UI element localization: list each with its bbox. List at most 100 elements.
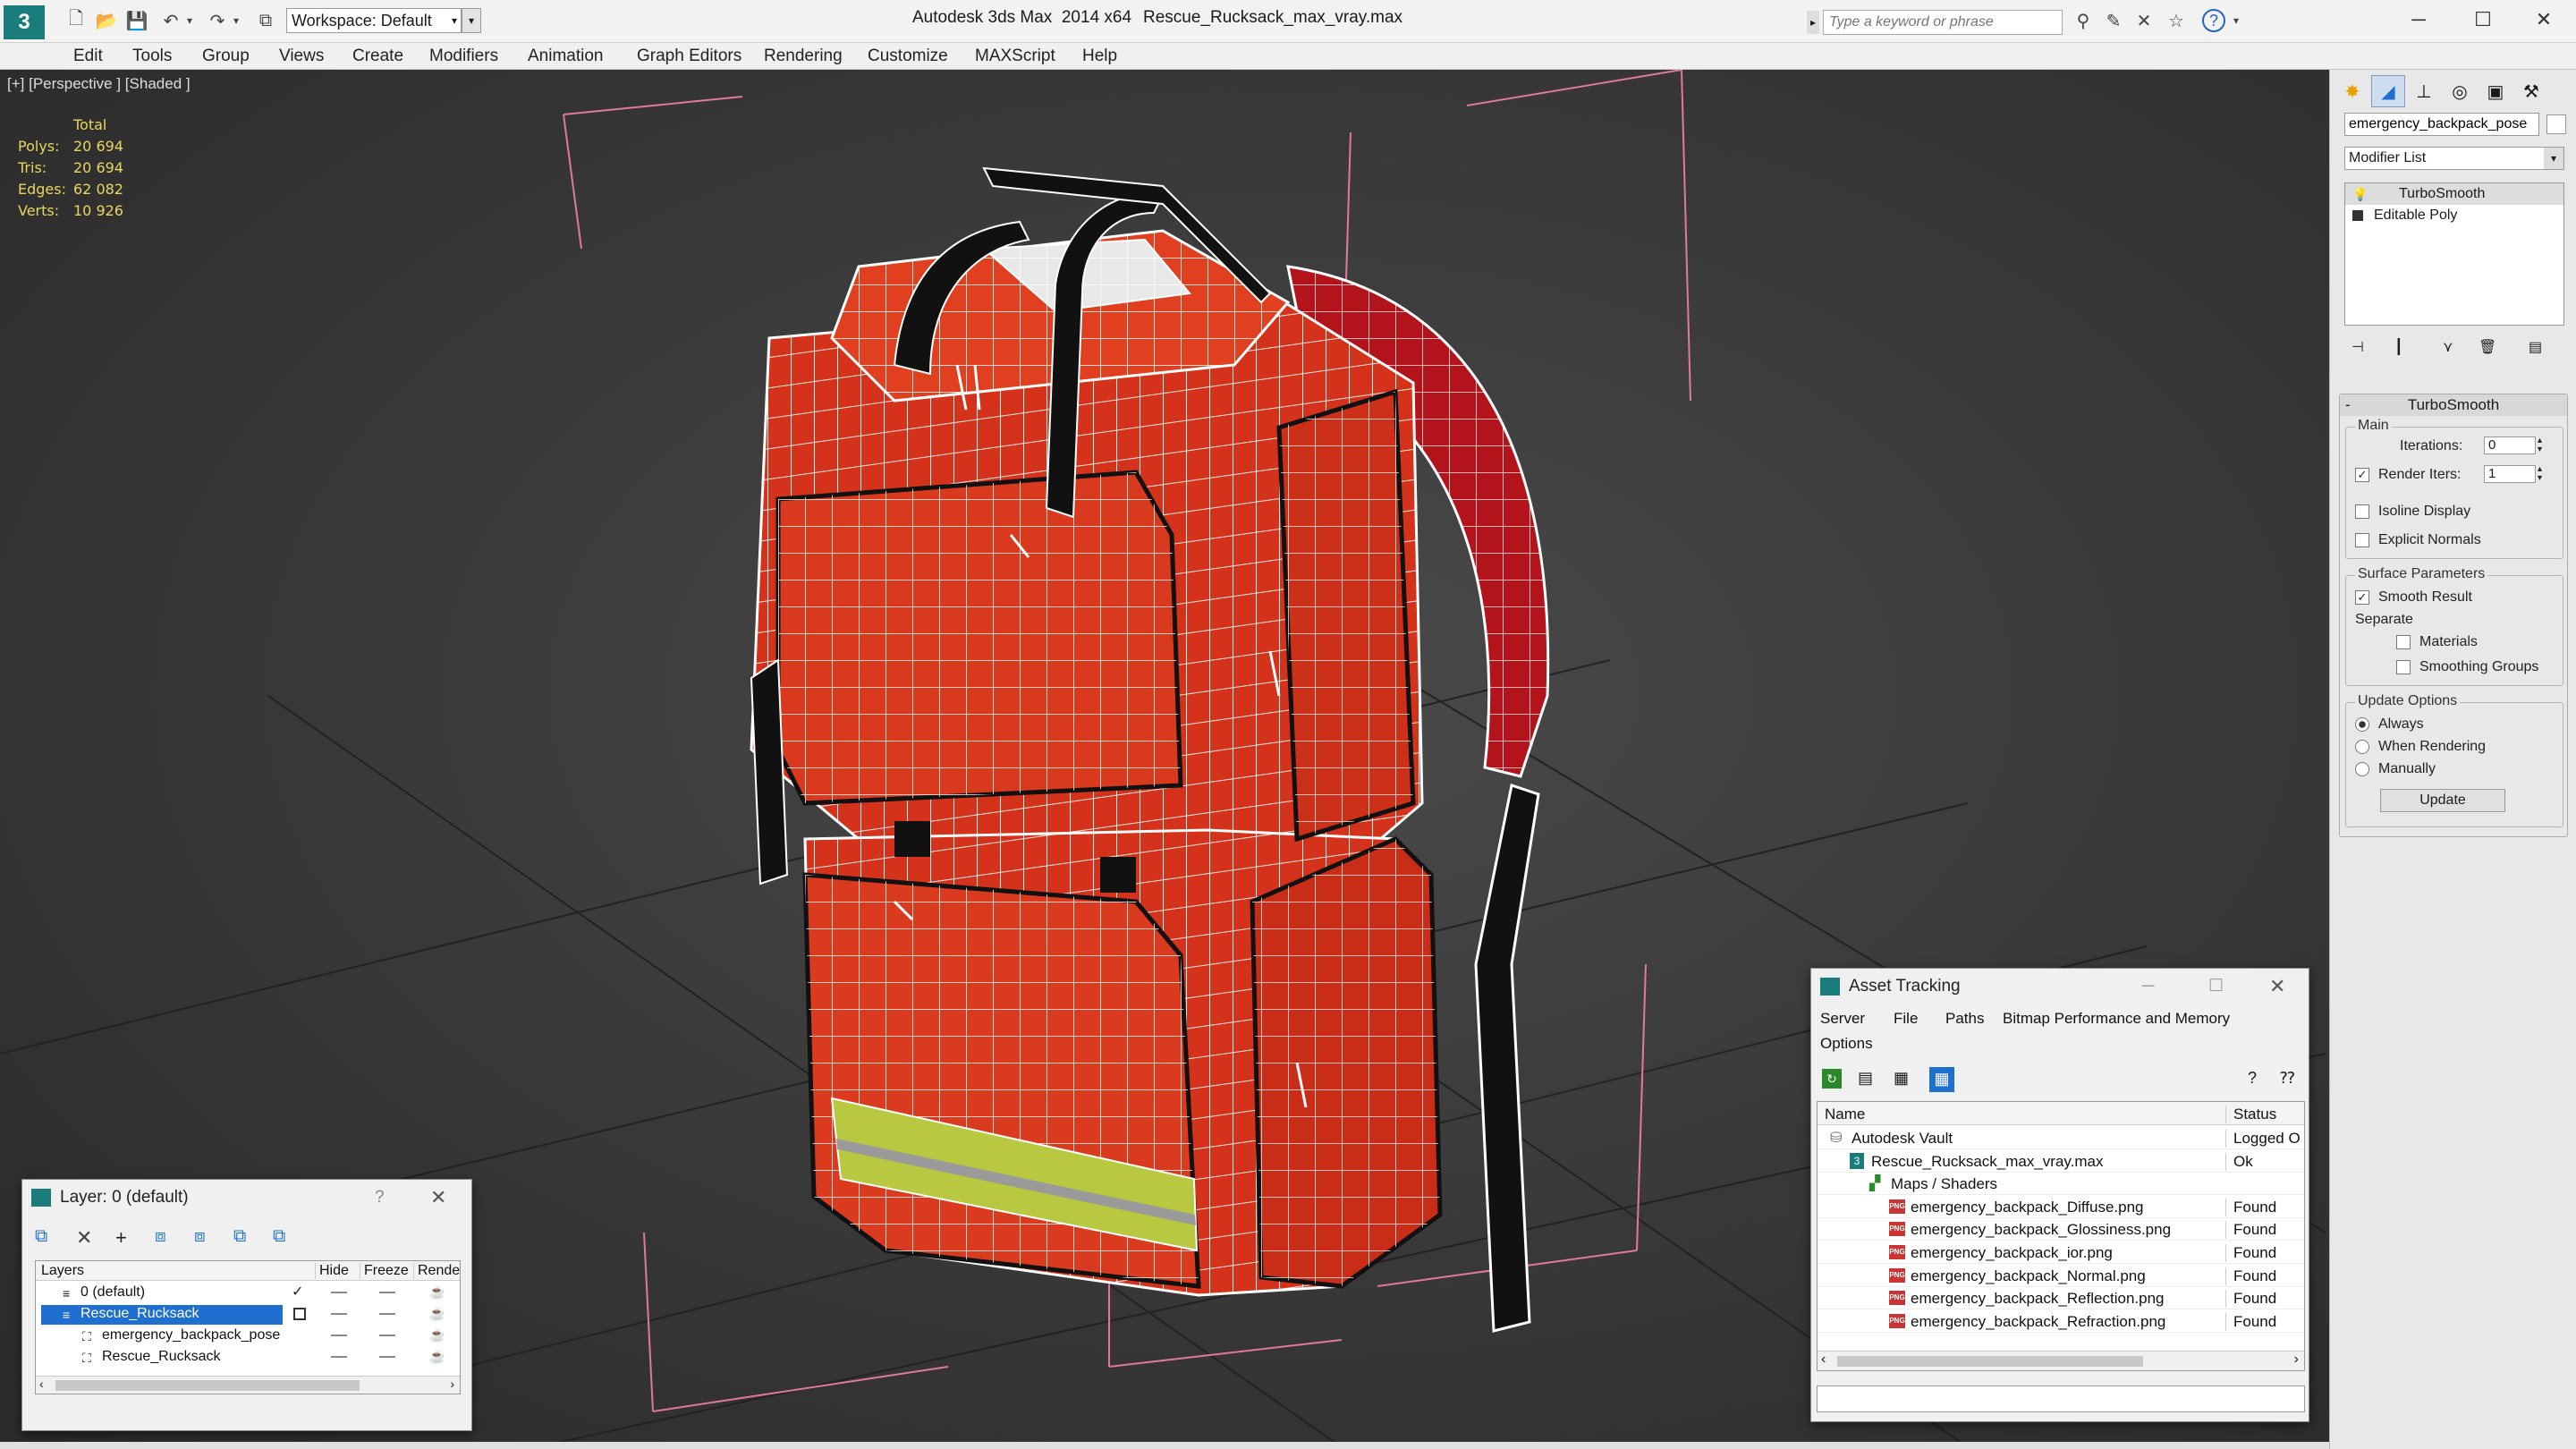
communication-icon[interactable]: ✕: [2131, 7, 2157, 34]
materials-checkbox[interactable]: [2396, 635, 2411, 649]
modifier-list-dropdown[interactable]: Modifier List ▾: [2344, 147, 2564, 170]
highlight-layer-icon[interactable]: ⧈: [194, 1226, 206, 1247]
when-rendering-radio[interactable]: [2355, 740, 2369, 754]
layer-dialog-titlebar[interactable]: Layer: 0 (default) ? ✕: [22, 1180, 471, 1216]
asset-menu-bitmap-performance[interactable]: Bitmap Performance and Memory: [2003, 1010, 2230, 1028]
menu-edit[interactable]: Edit: [73, 43, 103, 70]
table-row[interactable]: ≡ 0 (default) ✓ ☕: [36, 1283, 460, 1304]
freeze-toggle[interactable]: [379, 1292, 395, 1293]
context-help-icon[interactable]: ⁇: [2280, 1069, 2295, 1088]
asset-menu-paths[interactable]: Paths: [1945, 1010, 1984, 1028]
minimize-icon[interactable]: ─: [2142, 969, 2154, 1004]
menu-modifiers[interactable]: Modifiers: [429, 43, 498, 70]
table-row[interactable]: PNG emergency_backpack_Reflection.png Foun…: [1818, 1287, 2304, 1310]
subscription-icon[interactable]: ✎: [2100, 7, 2127, 34]
asset-menu-server[interactable]: Server: [1820, 1010, 1865, 1028]
scroll-thumb[interactable]: [55, 1380, 360, 1391]
configure-sets-icon[interactable]: ▤: [2529, 338, 2542, 356]
expand-plus-icon[interactable]: [2352, 210, 2363, 221]
scroll-left-icon[interactable]: ‹: [39, 1377, 44, 1391]
make-unique-icon[interactable]: ⋎: [2443, 338, 2453, 356]
render-iters-spinner[interactable]: 1: [2484, 465, 2536, 483]
redo-dropdown-icon[interactable]: ▾: [229, 7, 243, 34]
rollout-header[interactable]: - TurboSmooth: [2340, 394, 2567, 416]
maximize-window-icon[interactable]: ☐: [2454, 0, 2512, 39]
menu-create[interactable]: Create: [352, 43, 403, 70]
favorites-star-icon[interactable]: ☆: [2163, 7, 2190, 34]
select-objects-icon[interactable]: ⧈: [155, 1226, 166, 1247]
update-button[interactable]: Update: [2380, 789, 2505, 812]
table-row[interactable]: PNG emergency_backpack_Refraction.png Foun…: [1818, 1310, 2304, 1333]
smooth-result-checkbox[interactable]: ✓: [2355, 590, 2369, 605]
menu-customize[interactable]: Customize: [868, 43, 948, 70]
open-file-icon[interactable]: 📂: [93, 7, 120, 34]
tree-view-icon[interactable]: ▦: [1894, 1069, 1909, 1088]
asset-dialog-titlebar[interactable]: Asset Tracking ─ ☐ ✕: [1811, 969, 2309, 1004]
horizontal-scrollbar[interactable]: ‹ ›: [36, 1376, 460, 1394]
table-row[interactable]: PNG emergency_backpack_ior.png Found: [1818, 1241, 2304, 1264]
explicit-normals-checkbox[interactable]: [2355, 533, 2369, 547]
spinner-arrows-icon[interactable]: ▴ ▾: [2538, 436, 2542, 454]
hide-toggle[interactable]: [331, 1292, 347, 1293]
freeze-toggle[interactable]: [379, 1313, 395, 1315]
scroll-right-icon[interactable]: ›: [450, 1377, 454, 1391]
create-tab-icon[interactable]: ✸: [2335, 75, 2369, 107]
remove-modifier-icon[interactable]: 🗑: [2479, 338, 2496, 356]
freeze-toggle[interactable]: [379, 1335, 395, 1336]
hierarchy-tab-icon[interactable]: ⊥: [2407, 75, 2441, 107]
show-end-result-icon[interactable]: ┃: [2394, 338, 2403, 356]
table-row[interactable]: ⛁ Autodesk Vault Logged O: [1818, 1127, 2304, 1149]
menu-rendering[interactable]: Rendering: [764, 43, 843, 70]
table-row[interactable]: ▞ Maps / Shaders: [1818, 1173, 2304, 1196]
column-header-layers[interactable]: Layers: [41, 1263, 292, 1279]
active-check-icon[interactable]: ✓: [292, 1283, 303, 1301]
workspace-menu-button[interactable]: ▾: [462, 8, 481, 33]
render-teapot-icon[interactable]: ☕: [429, 1284, 445, 1300]
always-radio[interactable]: [2355, 717, 2369, 732]
lightbulb-icon[interactable]: 💡: [2352, 183, 2368, 205]
menu-views[interactable]: Views: [279, 43, 324, 70]
list-view-icon[interactable]: ▤: [1858, 1069, 1873, 1088]
column-header-hide[interactable]: Hide: [315, 1263, 360, 1279]
isoline-display-checkbox[interactable]: [2355, 504, 2369, 519]
close-icon[interactable]: ✕: [2269, 969, 2285, 1004]
table-row[interactable]: PNG emergency_backpack_Diffuse.png Found: [1818, 1196, 2304, 1218]
stack-item-turbosmooth[interactable]: 💡 TurboSmooth: [2345, 183, 2563, 205]
hide-toggle[interactable]: [331, 1335, 347, 1336]
hide-toggle[interactable]: [331, 1356, 347, 1358]
table-view-icon[interactable]: ▦: [1929, 1067, 1954, 1092]
pin-stack-icon[interactable]: ⊣: [2351, 338, 2364, 356]
asset-menu-file[interactable]: File: [1894, 1010, 1918, 1028]
undo-icon[interactable]: ↶: [157, 7, 184, 34]
manually-radio[interactable]: [2355, 762, 2369, 776]
scroll-right-icon[interactable]: ›: [2294, 1352, 2299, 1368]
stack-item-editable-poly[interactable]: Editable Poly: [2345, 205, 2563, 226]
asset-menu-options[interactable]: Options: [1820, 1035, 1873, 1053]
redo-icon[interactable]: ↷: [204, 7, 231, 34]
project-folder-icon[interactable]: ⧉: [252, 7, 279, 34]
render-teapot-icon[interactable]: ☕: [429, 1327, 445, 1343]
help-dropdown-icon[interactable]: ▾: [2229, 7, 2243, 34]
close-icon[interactable]: ✕: [430, 1180, 446, 1216]
menu-graph-editors[interactable]: Graph Editors: [637, 43, 741, 70]
table-row[interactable]: ⛶ emergency_backpack_pose ☕: [36, 1326, 460, 1347]
search-input[interactable]: [1823, 10, 2063, 35]
hide-toggle[interactable]: [331, 1313, 347, 1315]
motion-tab-icon[interactable]: ◎: [2443, 75, 2477, 107]
utilities-tab-icon[interactable]: ⚒: [2514, 75, 2548, 107]
spinner-arrows-icon[interactable]: ▴ ▾: [2538, 465, 2542, 483]
menu-maxscript[interactable]: MAXScript: [975, 43, 1055, 70]
render-iters-checkbox[interactable]: ✓: [2355, 468, 2369, 482]
add-to-layer-icon[interactable]: +: [115, 1226, 127, 1250]
freeze-all-icon[interactable]: ⧉: [273, 1226, 285, 1247]
column-header-status[interactable]: Status: [2225, 1106, 2304, 1123]
asset-path-field[interactable]: [1817, 1385, 2305, 1412]
table-row[interactable]: 3 Rescue_Rucksack_max_vray.max Ok: [1818, 1150, 2304, 1173]
binoculars-icon[interactable]: ⚲: [2070, 7, 2097, 34]
close-window-icon[interactable]: ✕: [2515, 0, 2572, 39]
minimize-window-icon[interactable]: ─: [2390, 0, 2447, 39]
table-row[interactable]: ≡ Rescue_Rucksack ☕: [36, 1304, 460, 1326]
menu-help[interactable]: Help: [1082, 43, 1117, 70]
delete-layer-icon[interactable]: ✕: [76, 1226, 92, 1250]
menu-tools[interactable]: Tools: [132, 43, 172, 70]
